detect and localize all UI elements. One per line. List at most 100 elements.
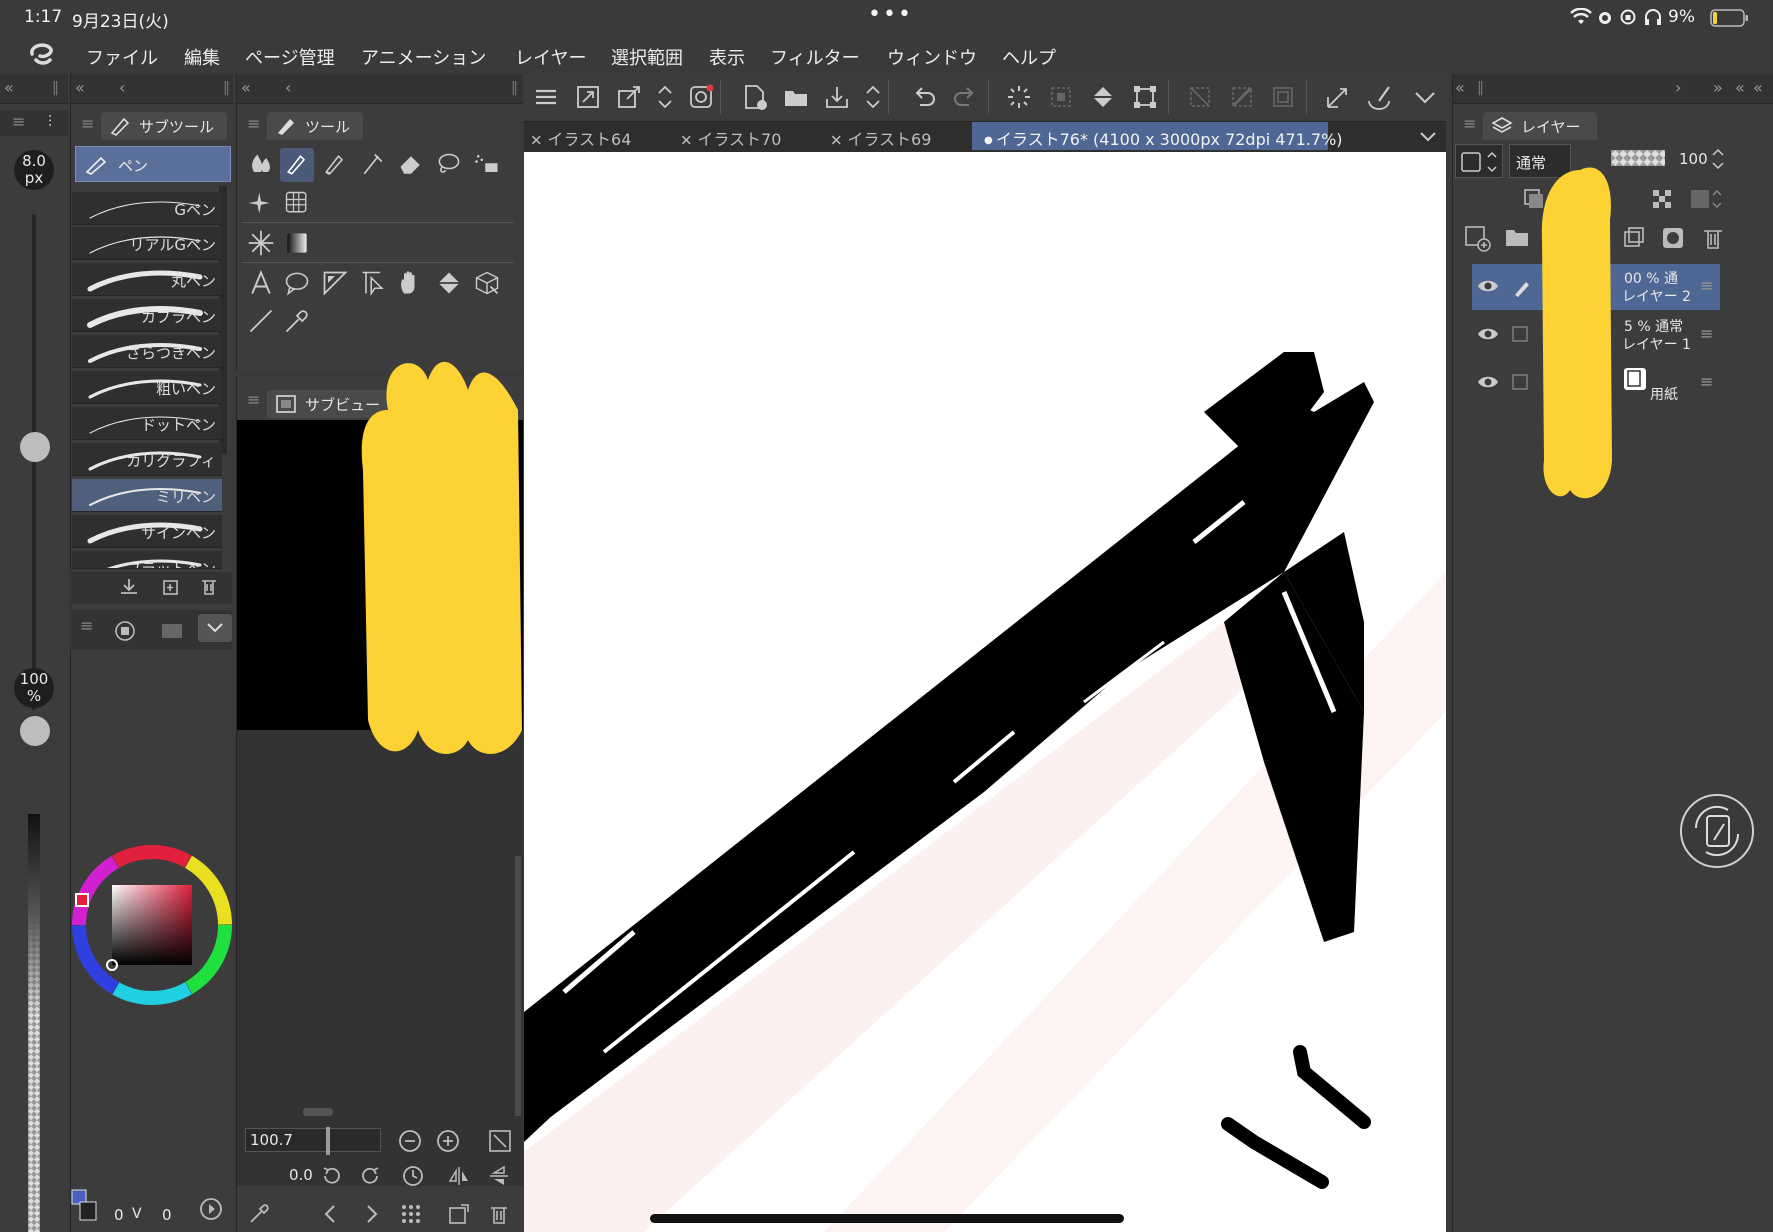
grip-icon[interactable]: ‖ [1477,80,1484,96]
panel-menu-icon[interactable]: ≡ [1463,114,1476,133]
brush-size-track[interactable] [32,214,36,710]
menu-help[interactable]: ヘルプ [1002,44,1056,70]
grip-icon[interactable]: ‖ [52,80,59,96]
eye-icon[interactable] [1476,372,1500,392]
collapse-right-icon[interactable]: « [1735,78,1745,97]
reset-rotation-icon[interactable] [401,1164,425,1188]
record-icon[interactable] [114,620,136,642]
panel-menu-icon[interactable]: ≡ [247,390,260,409]
tab-layer[interactable]: レイヤー [1483,112,1597,140]
eye-icon[interactable] [1476,276,1500,296]
multitask-dots[interactable]: ••• [868,2,913,27]
zoom-out-icon[interactable] [397,1128,423,1154]
new-canvas-icon[interactable] [738,80,772,114]
sparkle-icon[interactable] [244,186,278,220]
home-indicator[interactable] [650,1214,1124,1223]
color-swatch-icon[interactable] [70,1188,100,1224]
app-logo-icon[interactable] [26,42,56,68]
duplicate-icon[interactable] [159,576,181,598]
pencil-icon[interactable] [318,148,352,182]
flip-vertical-icon[interactable] [487,1164,511,1188]
companion-icon[interactable] [684,80,718,114]
eyedropper-icon[interactable] [247,1202,271,1226]
brush-item[interactable]: ミリペン [72,479,222,512]
trash-icon[interactable] [198,576,220,598]
fit-view-icon[interactable] [487,1128,513,1154]
clear-selection-icon[interactable] [1044,80,1078,114]
fill-bucket-icon[interactable] [1086,80,1120,114]
pen-tool-icon[interactable] [280,148,314,182]
eye-icon[interactable] [1476,324,1500,344]
redo-icon[interactable] [948,80,982,114]
collapse-icon[interactable]: « [241,78,251,97]
panel-menu-icon[interactable]: ≡ [247,114,260,133]
color-wheel[interactable] [70,840,232,1010]
lasso-fill-icon[interactable] [432,148,466,182]
eraser-icon[interactable] [394,148,428,182]
deselect-icon[interactable] [1183,80,1217,114]
command-chevron-icon[interactable] [1408,80,1442,114]
layer-color-select[interactable] [1455,144,1503,178]
tab-tool[interactable]: ツール [267,112,363,140]
menu-filter[interactable]: フィルター [770,44,860,70]
3d-object-icon[interactable] [470,266,504,300]
menu-edit[interactable]: 編集 [184,44,220,70]
checkbox-icon[interactable] [1512,326,1528,342]
download-icon[interactable] [118,576,140,598]
share-canvas-icon[interactable] [612,80,646,114]
brush-item[interactable]: カブラペン [72,299,222,332]
tab-document[interactable]: ✕ イラスト69 [830,122,960,150]
gradient-icon[interactable] [280,226,314,260]
collapse-icon[interactable]: « [75,78,85,97]
grid-icon[interactable] [399,1202,423,1226]
menu-layer[interactable]: レイヤー [515,44,586,70]
collapse-left-icon[interactable]: « [4,78,14,97]
chevron-right-icon[interactable]: › [1675,78,1681,97]
drawing-canvas[interactable] [524,152,1446,1232]
expand-icon[interactable]: » [1713,78,1723,97]
brush-item[interactable]: カリグラフィ [72,443,222,476]
brush-item[interactable]: フラットペン [72,551,222,569]
brush-item[interactable]: 粗いペン [72,371,222,404]
settings-sliders-icon[interactable]: ⫶ [48,112,52,132]
trash-icon[interactable] [487,1202,511,1226]
operation-icon[interactable] [356,266,390,300]
resize-icon[interactable] [571,80,605,114]
invert-selection-icon[interactable] [1225,80,1259,114]
loading-spinner-icon[interactable] [1002,80,1036,114]
delete-layer-icon[interactable] [1699,224,1727,252]
close-icon[interactable]: ✕ [830,132,847,150]
lock-transparent-icon[interactable] [1689,186,1725,212]
tab-subtool[interactable]: サブツール [101,112,227,140]
fill-icon[interactable] [432,266,466,300]
stroke-selection-icon[interactable] [1321,80,1355,114]
menu-animation[interactable]: アニメーション [361,44,486,70]
tabs-chevron-down-icon[interactable] [1418,126,1438,146]
brush-item[interactable]: サインペン [72,515,222,548]
edit-pen-icon[interactable] [1512,278,1532,298]
brush-size-thumb[interactable] [20,432,50,462]
next-icon[interactable] [359,1202,383,1226]
text-icon[interactable] [244,266,278,300]
brush-item[interactable]: ドットペン [72,407,222,440]
grip-icon[interactable]: ‖ [511,80,518,96]
subview-h-scrollbar[interactable] [303,1108,333,1116]
rotate-right-icon[interactable] [359,1164,383,1188]
import-image-icon[interactable] [447,1202,471,1226]
quick-access-button[interactable] [1680,794,1754,868]
menu-view[interactable]: 表示 [709,44,745,70]
panel-menu-icon[interactable]: ≡ [80,616,93,635]
brush-item[interactable]: Gペン [72,192,222,225]
strip-menu-icon[interactable]: ≡ [12,112,25,131]
undo-icon[interactable] [907,80,941,114]
burst-icon[interactable] [244,226,278,260]
hand-icon[interactable] [394,266,428,300]
menu-file[interactable]: ファイル [86,44,158,70]
panel-menu-icon[interactable]: ≡ [81,114,94,133]
subtool-group-pen[interactable]: ペン [75,146,231,182]
eyedropper-icon[interactable] [280,304,314,338]
ruler-icon[interactable] [318,266,352,300]
flip-horizontal-icon[interactable] [447,1164,471,1188]
zoom-thumb[interactable] [326,1127,330,1155]
brush-item[interactable]: ざらつきペン [72,335,222,368]
